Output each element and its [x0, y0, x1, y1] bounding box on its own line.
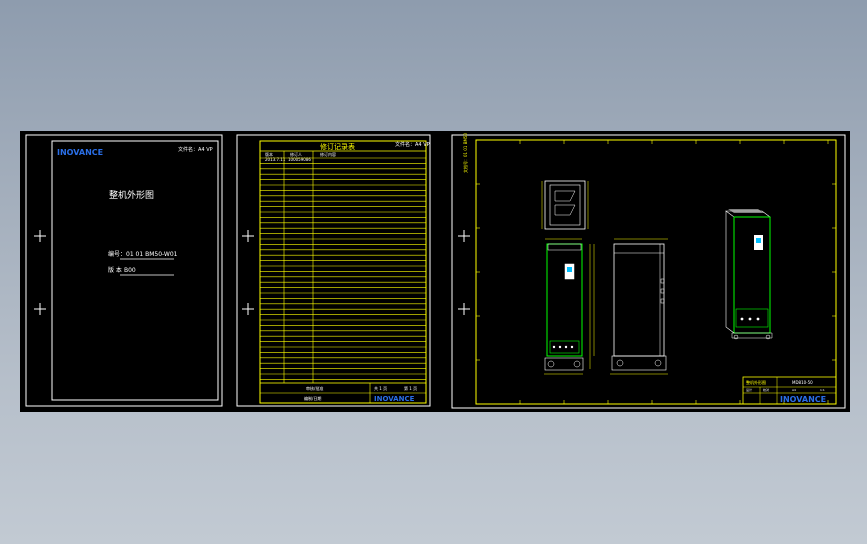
revision-footer-drafter: 编制/日期	[304, 395, 321, 401]
drawing-zone-ticks	[476, 140, 836, 404]
cover-title: 整机外形图	[109, 189, 154, 201]
revision-footer-page: 第 1 页	[404, 385, 417, 391]
title-block-size: A4	[792, 388, 796, 392]
revision-inner-frame	[259, 140, 427, 404]
revision-logo: INOVANCE	[374, 395, 415, 403]
drawing-outer-frame	[451, 134, 846, 409]
revision-sheet: 修订记录表 文件名：A4 VP 版本 修订人 修订内容 2013.7.11 10…	[236, 134, 431, 407]
drawing-viewport: INOVANCE 文件名：A4 VP 整机外形图 编号 ：01 01 BM50-…	[25, 133, 846, 409]
revision-outer-frame	[236, 134, 431, 407]
outline-drawing-sheet: 文档号：01 01 BM50 整机外形图 MD810-50 设计 校对 A4 1…	[451, 133, 846, 409]
title-block-scale: 1:1	[820, 388, 825, 392]
cover-crosshair-marks	[34, 230, 46, 315]
cover-number-label: 编号	[108, 250, 120, 258]
revision-title: 修订记录表	[320, 142, 355, 151]
cover-sheet: INOVANCE 文件名：A4 VP 整机外形图 编号 ：01 01 BM50-…	[25, 134, 223, 407]
side-view	[593, 238, 668, 375]
revision-footer-approval: 审核/批准	[306, 385, 323, 391]
revision-footer-pages: 共 1 页	[374, 385, 387, 391]
revision-crosshair-marks	[242, 230, 254, 315]
title-block-model: MD810-50	[792, 380, 813, 385]
drawing-inner-frame	[475, 139, 837, 405]
revision-table-rows	[260, 157, 426, 380]
drawing-side-doc-id: 文档号：01 01 BM50	[462, 133, 468, 173]
isometric-view	[725, 209, 773, 340]
top-view	[541, 180, 589, 230]
cad-canvas[interactable]: INOVANCE 文件名：A4 VP 整机外形图 编号 ：01 01 BM50-…	[20, 131, 850, 412]
title-block-title: 整机外形图	[746, 379, 766, 385]
cover-version-value: B00	[124, 267, 136, 274]
title-block-designer: 设计	[746, 387, 752, 392]
front-view	[544, 238, 591, 375]
title-block-checker: 校对	[763, 387, 769, 392]
drawing-logo: INOVANCE	[780, 395, 826, 404]
cover-number-value: ：01 01 BM50-W01	[120, 251, 178, 258]
cover-logo: INOVANCE	[57, 148, 103, 157]
cover-version-label: 版 本	[108, 266, 122, 274]
revision-file-ref: 文件名：A4 VP	[395, 141, 430, 148]
revision-header-content: 修订内容	[320, 151, 336, 157]
drawing-crosshair-marks	[458, 230, 470, 315]
cover-file-ref: 文件名：A4 VP	[178, 146, 213, 153]
drawing-title-block: 整机外形图 MD810-50 设计 校对 A4 1:1 INOVANCE	[742, 376, 837, 405]
